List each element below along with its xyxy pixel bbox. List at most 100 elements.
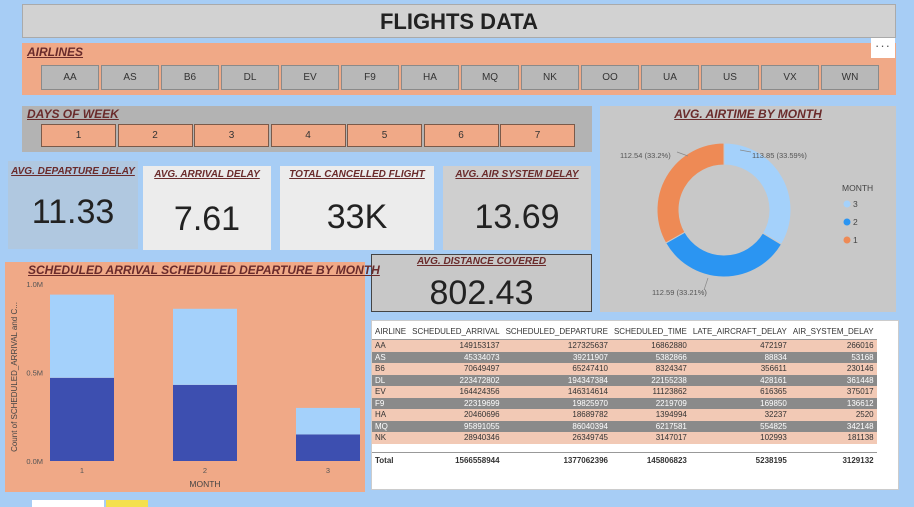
airtime-donut-chart: AVG. AIRTIME BY MONTH 113.85 (33.59%) 112… bbox=[600, 106, 896, 312]
table-cell: 16862880 bbox=[610, 339, 690, 352]
table-cell: 361448 bbox=[789, 374, 877, 386]
table-cell: 39211907 bbox=[502, 351, 611, 363]
table-row: DL 223472802 194347384 22155238 428161 361448 bbox=[372, 374, 877, 386]
donut-legend-marker[interactable] bbox=[843, 236, 851, 244]
table-row: HA 20460696 18689782 1394994 32237 2520 bbox=[372, 409, 877, 421]
airline-filter-oo[interactable]: OO bbox=[581, 65, 639, 90]
table-cell: 19825970 bbox=[502, 397, 611, 409]
bar-month-1-series-1[interactable] bbox=[50, 377, 114, 461]
table-header[interactable]: AIR_SYSTEM_DELAY bbox=[789, 324, 877, 340]
table-cell: 472197 bbox=[689, 339, 790, 352]
day-filter-1[interactable]: 1 bbox=[41, 124, 116, 147]
bar-month-3-series-2[interactable] bbox=[296, 407, 360, 435]
table-row: MQ 95891055 86040394 6217581 554825 342148 bbox=[372, 420, 877, 432]
kpi-distance-covered-title: AVG. DISTANCE COVERED bbox=[416, 256, 547, 267]
table-cell: 428161 bbox=[689, 374, 790, 386]
day-filter-5[interactable]: 5 bbox=[347, 124, 422, 147]
bar-month-1-series-2[interactable] bbox=[50, 294, 114, 378]
airline-filter-ha[interactable]: HA bbox=[401, 65, 459, 90]
table-cell: 149153137 bbox=[409, 339, 503, 352]
table-cell: EV bbox=[372, 386, 410, 398]
donut-legend-marker[interactable] bbox=[843, 200, 851, 208]
kpi-air-system-delay: AVG. AIR SYSTEM DELAY 13.69 bbox=[443, 166, 591, 250]
airline-filter-mq[interactable]: MQ bbox=[461, 65, 519, 90]
table-cell: HA bbox=[372, 409, 410, 421]
more-options-button[interactable]: ··· bbox=[871, 38, 895, 58]
table-cell: 70649497 bbox=[409, 363, 503, 375]
donut-slice-month-2[interactable] bbox=[665, 231, 783, 278]
airline-filter-vx[interactable]: VX bbox=[761, 65, 819, 90]
airline-filter-aa[interactable]: AA bbox=[41, 65, 99, 90]
table-row: AA 149153137 127325637 16862880 472197 266016 bbox=[372, 339, 877, 352]
table-cell: B6 bbox=[372, 363, 410, 375]
airline-filter-us[interactable]: US bbox=[701, 65, 759, 90]
table-cell: 616365 bbox=[689, 386, 790, 398]
y-axis-label: Count of SCHEDULED_ARRIVAL and C... bbox=[10, 302, 19, 452]
table-row: AS 45334073 39211907 5382866 88834 53168 bbox=[372, 351, 877, 363]
table-total-cell: 5238195 bbox=[689, 451, 790, 469]
table-cell: 20460696 bbox=[409, 409, 503, 421]
table-cell: 146314614 bbox=[502, 386, 611, 398]
table-total-row: Total 1566558944 1377062396 145806823 523819… bbox=[372, 451, 877, 469]
table-cell: MQ bbox=[372, 420, 410, 432]
table-cell: 102993 bbox=[689, 432, 790, 444]
bar-month-2-series-2[interactable] bbox=[173, 308, 237, 385]
table-cell: 6217581 bbox=[610, 420, 690, 432]
day-filter-6[interactable]: 6 bbox=[423, 124, 499, 147]
days-of-week-slicer-title: DAYS OF WEEK bbox=[27, 107, 119, 121]
donut-legend-marker[interactable] bbox=[843, 218, 851, 226]
donut-legend-label[interactable]: 3 bbox=[853, 199, 858, 209]
table-cell: 2219709 bbox=[610, 397, 690, 409]
table-cell: 45334073 bbox=[409, 351, 503, 363]
donut-legend-title: MONTH bbox=[842, 183, 873, 193]
day-filter-3[interactable]: 3 bbox=[194, 124, 269, 147]
table-cell: 194347384 bbox=[502, 374, 611, 386]
day-filter-2[interactable]: 2 bbox=[117, 124, 193, 147]
airlines-slicer: AIRLINES AA AS B6 DL EV F9 HA MQ NK OO UA US VX WN bbox=[22, 43, 896, 95]
table-total-cell: 3129132 bbox=[789, 451, 877, 469]
table-cell: F9 bbox=[372, 397, 410, 409]
donut-svg: 113.85 (33.59%) 112.59 (33.21%) 112.54 (33… bbox=[620, 142, 873, 297]
airline-filter-as[interactable]: AS bbox=[101, 65, 159, 90]
table-cell: 5382866 bbox=[610, 351, 690, 363]
bar-month-2-series-1[interactable] bbox=[173, 384, 237, 461]
table-cell: AS bbox=[372, 351, 410, 363]
table-row: EV 164424356 146314614 11123862 616365 375017 bbox=[372, 386, 877, 398]
table-cell: 95891055 bbox=[409, 420, 503, 432]
airline-filter-nk[interactable]: NK bbox=[521, 65, 579, 90]
x-tick-label: 2 bbox=[203, 466, 207, 475]
table-header[interactable]: AIRLINE bbox=[372, 324, 410, 340]
kpi-air-system-delay-value: 13.69 bbox=[474, 198, 560, 236]
day-filter-4[interactable]: 4 bbox=[270, 124, 346, 147]
table-row: B6 70649497 65247410 8324347 356611 230146 bbox=[372, 363, 877, 375]
airline-filter-b6[interactable]: B6 bbox=[161, 65, 219, 90]
table-cell: 164424356 bbox=[409, 386, 503, 398]
airline-filter-ev[interactable]: EV bbox=[281, 65, 339, 90]
table-header[interactable]: SCHEDULED_ARRIVAL bbox=[409, 324, 503, 340]
bar-month-3-series-1[interactable] bbox=[296, 434, 360, 461]
airline-filter-wn[interactable]: WN bbox=[821, 65, 879, 90]
table-header[interactable]: LATE_AIRCRAFT_DELAY bbox=[689, 324, 790, 340]
kpi-distance-covered-value: 802.43 bbox=[429, 274, 534, 312]
kpi-departure-delay-value: 11.33 bbox=[31, 193, 115, 231]
table-header[interactable]: SCHEDULED_DEPARTURE bbox=[502, 324, 611, 340]
donut-legend-label[interactable]: 1 bbox=[853, 235, 858, 245]
page-tab[interactable] bbox=[32, 500, 104, 507]
day-filter-7[interactable]: 7 bbox=[500, 124, 575, 147]
table-cell: 32237 bbox=[689, 409, 790, 421]
table-cell: 53168 bbox=[789, 351, 877, 363]
table-cell: 136612 bbox=[789, 397, 877, 409]
bar-svg: 0.0M 0.5M 1.0M Count of SCHEDULED_ARRIVAL a… bbox=[10, 280, 360, 489]
airline-filter-dl[interactable]: DL bbox=[221, 65, 279, 90]
donut-legend-label[interactable]: 2 bbox=[853, 217, 858, 227]
table-cell: 2520 bbox=[789, 409, 877, 421]
table-header[interactable]: SCHEDULED_TIME bbox=[610, 324, 690, 340]
kpi-arrival-delay: AVG. ARRIVAL DELAY 7.61 bbox=[143, 166, 271, 250]
table-cell: 342148 bbox=[789, 420, 877, 432]
airline-filter-f9[interactable]: F9 bbox=[341, 65, 399, 90]
airline-filter-ua[interactable]: UA bbox=[641, 65, 699, 90]
page-tab-active[interactable] bbox=[106, 500, 148, 507]
table-cell: 88834 bbox=[689, 351, 790, 363]
table-cell: 375017 bbox=[789, 386, 877, 398]
airlines-slicer-title: AIRLINES bbox=[27, 45, 84, 59]
